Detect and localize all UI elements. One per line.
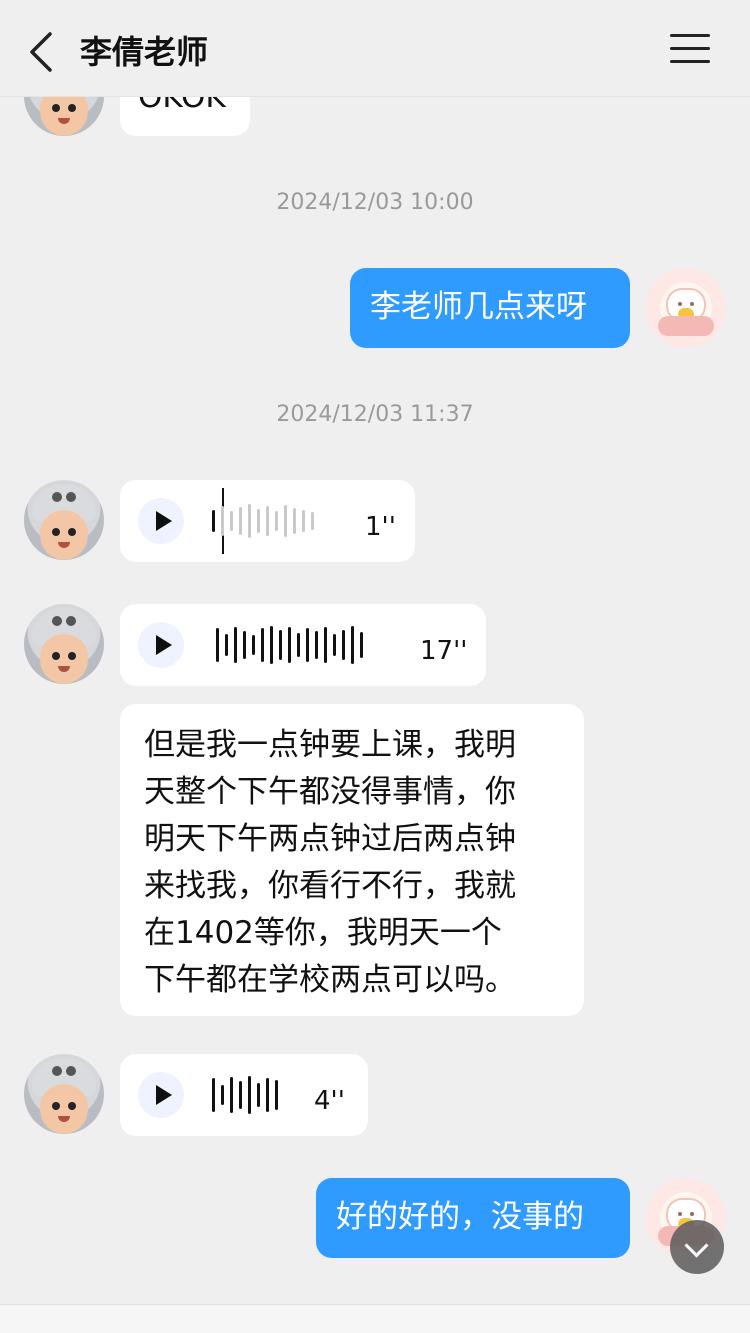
back-button[interactable]: [24, 28, 64, 76]
message-text: 好的好的，没事的: [336, 1199, 584, 1235]
menu-button[interactable]: [670, 34, 710, 70]
chat-page: 李倩老师 OKOK 2024/12/03 10:00 李老师几点来呀 2024/…: [0, 0, 750, 1333]
voice-duration: 17'': [420, 636, 468, 666]
play-icon[interactable]: [138, 1072, 184, 1118]
voice-message[interactable]: 17'': [120, 604, 486, 686]
play-icon[interactable]: [138, 622, 184, 668]
chat-title: 李倩老师: [80, 33, 209, 71]
voice-duration: 1'': [365, 512, 396, 542]
hamburger-menu-icon: [670, 34, 710, 37]
audio-waveform: [212, 1076, 278, 1114]
play-icon[interactable]: [138, 498, 184, 544]
contact-avatar[interactable]: [24, 1054, 104, 1134]
my-avatar[interactable]: [646, 268, 726, 348]
message-bubble-incoming[interactable]: 但是我一点钟要上课，我明 天整个下午都没得事情，你 明天下午两点钟过后两点钟 来…: [120, 704, 584, 1016]
message-text: 李老师几点来呀: [370, 289, 587, 325]
timestamp: 2024/12/03 10:00: [276, 190, 474, 215]
scroll-to-bottom-button[interactable]: [670, 1220, 724, 1274]
voice-message[interactable]: 4'': [120, 1054, 368, 1136]
chevron-left-icon: [30, 32, 52, 72]
voice-message[interactable]: 1'': [120, 480, 415, 562]
input-bar[interactable]: [0, 1304, 750, 1333]
voice-duration: 4'': [314, 1086, 345, 1116]
message-bubble-outgoing[interactable]: 李老师几点来呀: [350, 268, 630, 348]
message-text: 但是我一点钟要上课，我明 天整个下午都没得事情，你 明天下午两点钟过后两点钟 来…: [144, 727, 516, 998]
timestamp: 2024/12/03 11:37: [276, 402, 474, 427]
message-bubble-outgoing[interactable]: 好的好的，没事的: [316, 1178, 630, 1258]
audio-waveform: [212, 502, 314, 540]
chat-header: 李倩老师: [0, 0, 750, 97]
contact-avatar[interactable]: [24, 604, 104, 684]
audio-waveform: [216, 626, 363, 664]
contact-avatar[interactable]: [24, 480, 104, 560]
